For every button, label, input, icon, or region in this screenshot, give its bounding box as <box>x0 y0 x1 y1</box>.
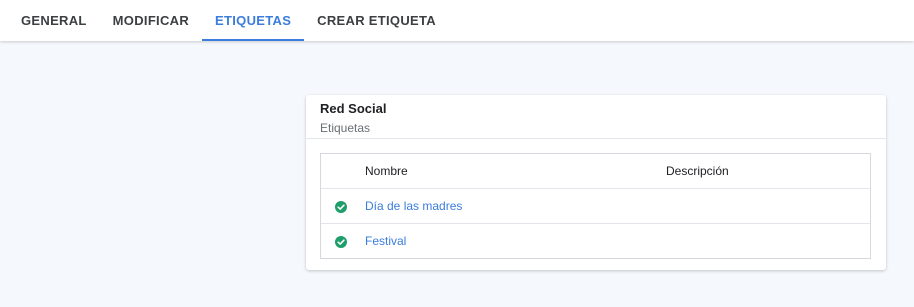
tab-general[interactable]: GENERAL <box>8 0 100 41</box>
status-cell <box>321 188 365 224</box>
description-cell <box>666 224 870 259</box>
name-cell: Día de las madres <box>365 188 666 224</box>
name-cell: Festival <box>365 224 666 259</box>
tags-table: Nombre Descripción Día de las madres Fes… <box>320 153 871 259</box>
table-row: Día de las madres <box>321 188 870 224</box>
top-tab-bar: GENERAL MODIFICAR ETIQUETAS CREAR ETIQUE… <box>0 0 914 41</box>
tag-name-link[interactable]: Día de las madres <box>365 199 462 213</box>
check-circle-icon <box>335 235 347 248</box>
table-header-row: Nombre Descripción <box>321 154 870 189</box>
description-cell <box>666 188 870 224</box>
tags-card: Red Social Etiquetas Nombre Descripción <box>306 95 886 270</box>
tab-list: GENERAL MODIFICAR ETIQUETAS CREAR ETIQUE… <box>0 0 914 41</box>
header-status <box>321 154 365 189</box>
table-row: Festival <box>321 224 870 259</box>
header-nombre[interactable]: Nombre <box>365 154 666 189</box>
card-header: Red Social Etiquetas <box>306 95 886 139</box>
tab-etiquetas[interactable]: ETIQUETAS <box>202 0 305 41</box>
status-cell <box>321 224 365 259</box>
header-descripcion[interactable]: Descripción <box>666 154 870 189</box>
card-title: Red Social <box>320 101 387 116</box>
card-subtitle: Etiquetas <box>320 121 371 135</box>
tab-crear-etiqueta[interactable]: CREAR ETIQUETA <box>304 0 449 41</box>
check-circle-icon <box>335 200 347 213</box>
tab-modificar[interactable]: MODIFICAR <box>100 0 202 41</box>
tag-name-link[interactable]: Festival <box>365 234 406 248</box>
